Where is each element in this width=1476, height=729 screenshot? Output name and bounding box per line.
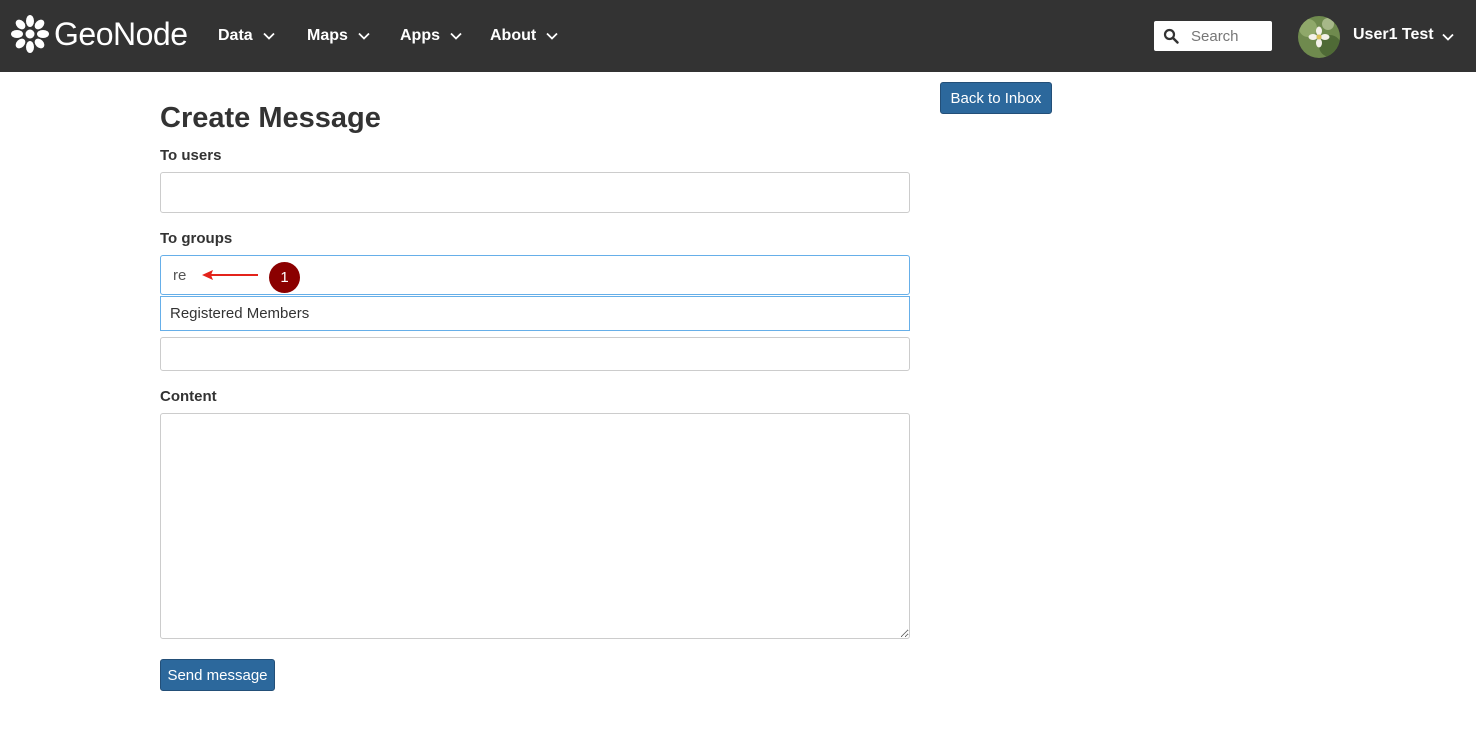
search-box	[1154, 21, 1272, 51]
nav-about-menu[interactable]: About	[490, 24, 559, 48]
chevron-down-icon	[546, 32, 558, 40]
nav-maps-label: Maps	[307, 27, 348, 44]
user-avatar-image	[1298, 16, 1340, 58]
chevron-down-icon	[263, 32, 275, 40]
autocomplete-option-registered-members[interactable]: Registered Members	[170, 305, 309, 322]
annotation-arrow-icon	[202, 270, 258, 280]
nav-data-label: Data	[218, 27, 253, 44]
send-message-button[interactable]: Send message	[160, 659, 275, 691]
content-label: Content	[160, 388, 217, 405]
content-textarea[interactable]	[160, 413, 910, 639]
nav-apps-menu[interactable]: Apps	[400, 24, 463, 48]
page-title: Create Message	[160, 102, 381, 134]
chevron-down-icon	[358, 32, 370, 40]
brand-name: GeoNode	[54, 15, 188, 52]
top-navbar: GeoNode Data Maps Apps About Search User…	[0, 0, 1476, 72]
brand-logo-link[interactable]: GeoNode	[10, 12, 188, 56]
geonode-logo-icon	[11, 15, 49, 53]
groups-autocomplete-dropdown: Registered Members	[160, 296, 910, 331]
search-icon	[1163, 28, 1179, 44]
to-users-label: To users	[160, 147, 222, 164]
nav-maps-menu[interactable]: Maps	[307, 24, 371, 48]
subject-input[interactable]	[160, 337, 910, 371]
search-input[interactable]	[1191, 27, 1271, 45]
nav-apps-label: Apps	[400, 27, 440, 44]
chevron-down-icon[interactable]	[1441, 30, 1455, 44]
nav-about-label: About	[490, 27, 537, 44]
chevron-down-icon	[450, 32, 462, 40]
avatar[interactable]	[1298, 16, 1340, 58]
to-groups-label: To groups	[160, 230, 233, 247]
nav-data-menu[interactable]: Data	[218, 24, 276, 48]
to-users-input[interactable]	[160, 172, 910, 213]
annotation-badge: 1	[269, 262, 300, 293]
user-menu-name[interactable]: User1 Test	[1353, 26, 1434, 44]
back-to-inbox-button[interactable]: Back to Inbox	[940, 82, 1052, 114]
